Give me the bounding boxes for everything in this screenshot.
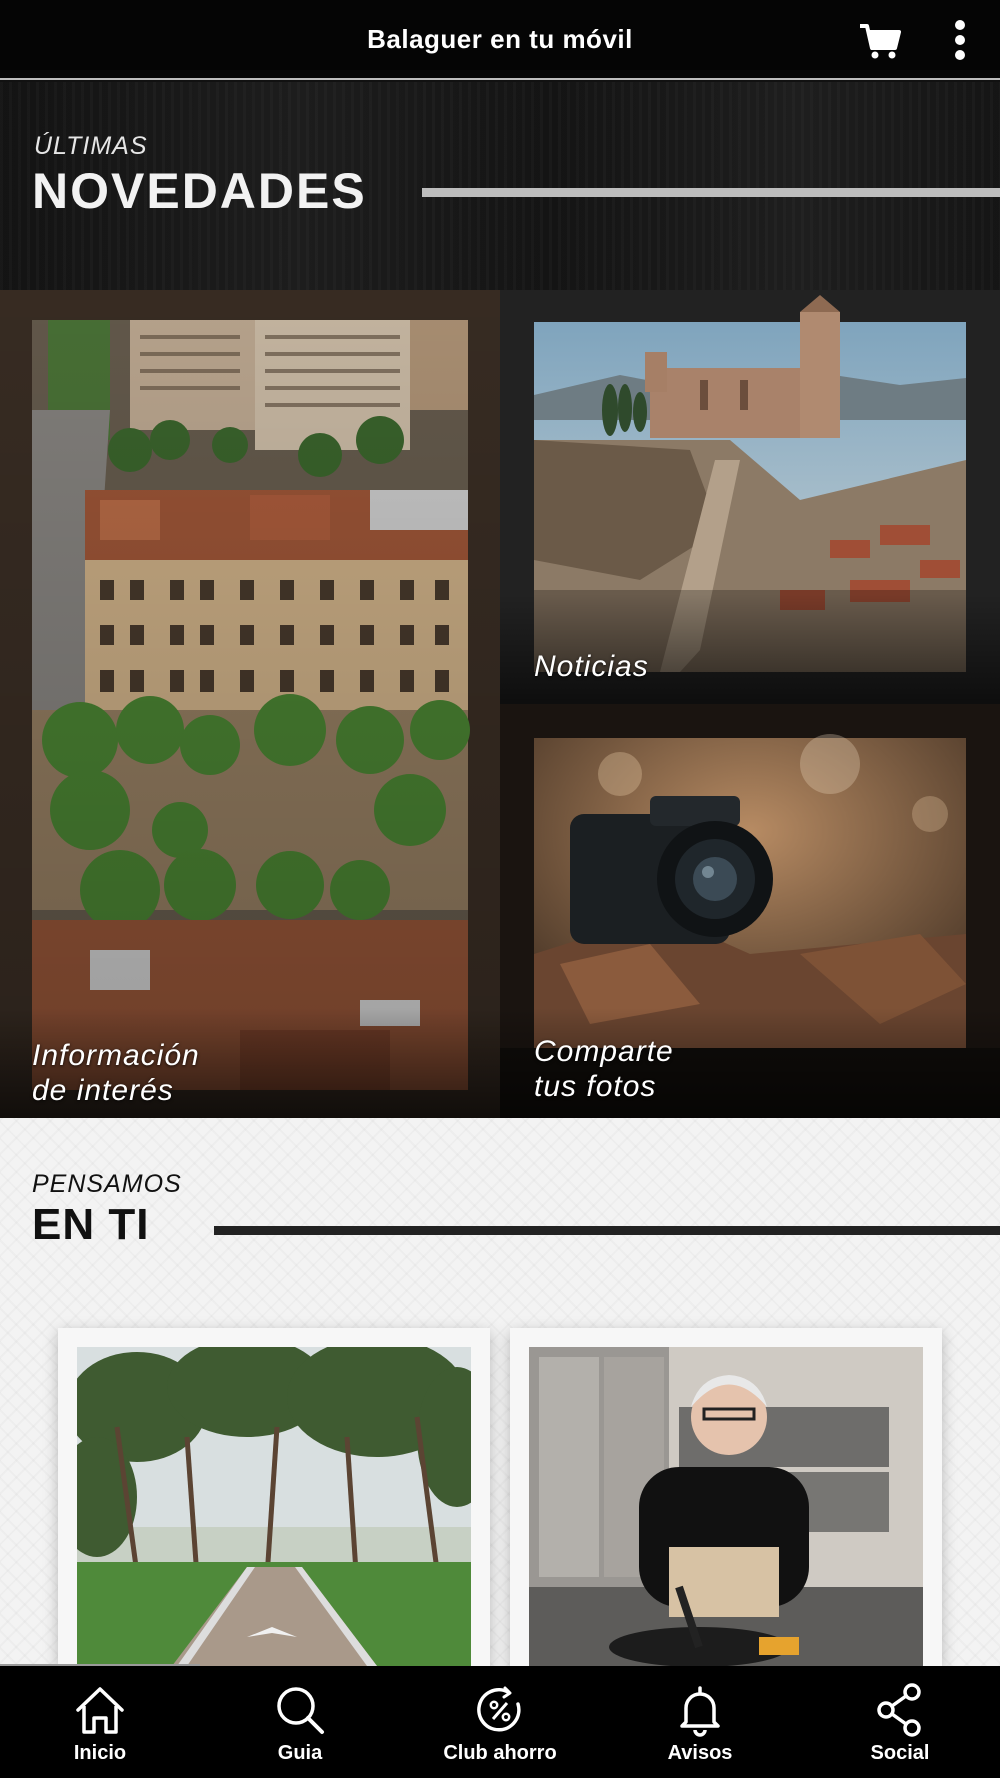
pensamos-section: PENSAMOS EN TI (0, 1118, 1000, 1666)
novedades-header: ÚLTIMAS NOVEDADES (0, 82, 1000, 290)
cooking-photo (529, 1347, 923, 1666)
nav-guia[interactable]: Guia (200, 1666, 400, 1778)
nav-club-ahorro[interactable]: Club ahorro (400, 1666, 600, 1778)
nav-label: Club ahorro (443, 1742, 557, 1764)
tile-label: Información de interés (32, 1038, 200, 1108)
cart-icon[interactable] (858, 20, 902, 60)
discount-icon (477, 1686, 521, 1732)
card-cooking[interactable] (510, 1328, 942, 1666)
nav-label: Avisos (667, 1742, 733, 1764)
top-app-bar: Balaguer en tu móvil (0, 0, 1000, 80)
tile-label-line-1: Comparte (534, 1035, 674, 1068)
bell-icon (680, 1686, 720, 1737)
tile-label-line-2: tus fotos (534, 1070, 657, 1103)
park-photo (77, 1347, 471, 1666)
city-square-photo (0, 290, 500, 1118)
section-title: EN TI (32, 1200, 150, 1249)
bottom-navigation: Inicio Guia Club ahorro Avisos Social (0, 1666, 1000, 1778)
tile-label: Comparte tus fotos (534, 1034, 674, 1104)
tile-noticias[interactable]: Noticias (500, 290, 1000, 704)
nav-avisos[interactable]: Avisos (600, 1666, 800, 1778)
section-divider (422, 188, 1000, 197)
section-title: NOVEDADES (32, 163, 367, 219)
tile-comparte-tus-fotos[interactable]: Comparte tus fotos (500, 704, 1000, 1118)
search-icon (277, 1687, 324, 1734)
section-subtitle: ÚLTIMAS (34, 132, 148, 160)
nav-label: Inicio (73, 1742, 127, 1764)
home-icon (76, 1687, 124, 1734)
nav-social[interactable]: Social (800, 1666, 1000, 1778)
nav-label: Guia (277, 1742, 323, 1764)
share-icon (877, 1683, 921, 1737)
section-divider (214, 1226, 1000, 1235)
tile-label-line-1: Información (32, 1039, 200, 1072)
tile-label: Noticias (534, 650, 649, 683)
section-subtitle: PENSAMOS (32, 1170, 182, 1198)
nav-label: Social (870, 1742, 930, 1764)
card-park[interactable] (58, 1328, 490, 1666)
nav-inicio[interactable]: Inicio (0, 1666, 200, 1778)
app-title: Balaguer en tu móvil (367, 23, 633, 54)
more-vertical-icon[interactable] (950, 18, 970, 62)
tile-informacion-de-interes[interactable]: Información de interés (0, 290, 500, 1118)
tile-label-line-2: de interés (32, 1074, 174, 1107)
